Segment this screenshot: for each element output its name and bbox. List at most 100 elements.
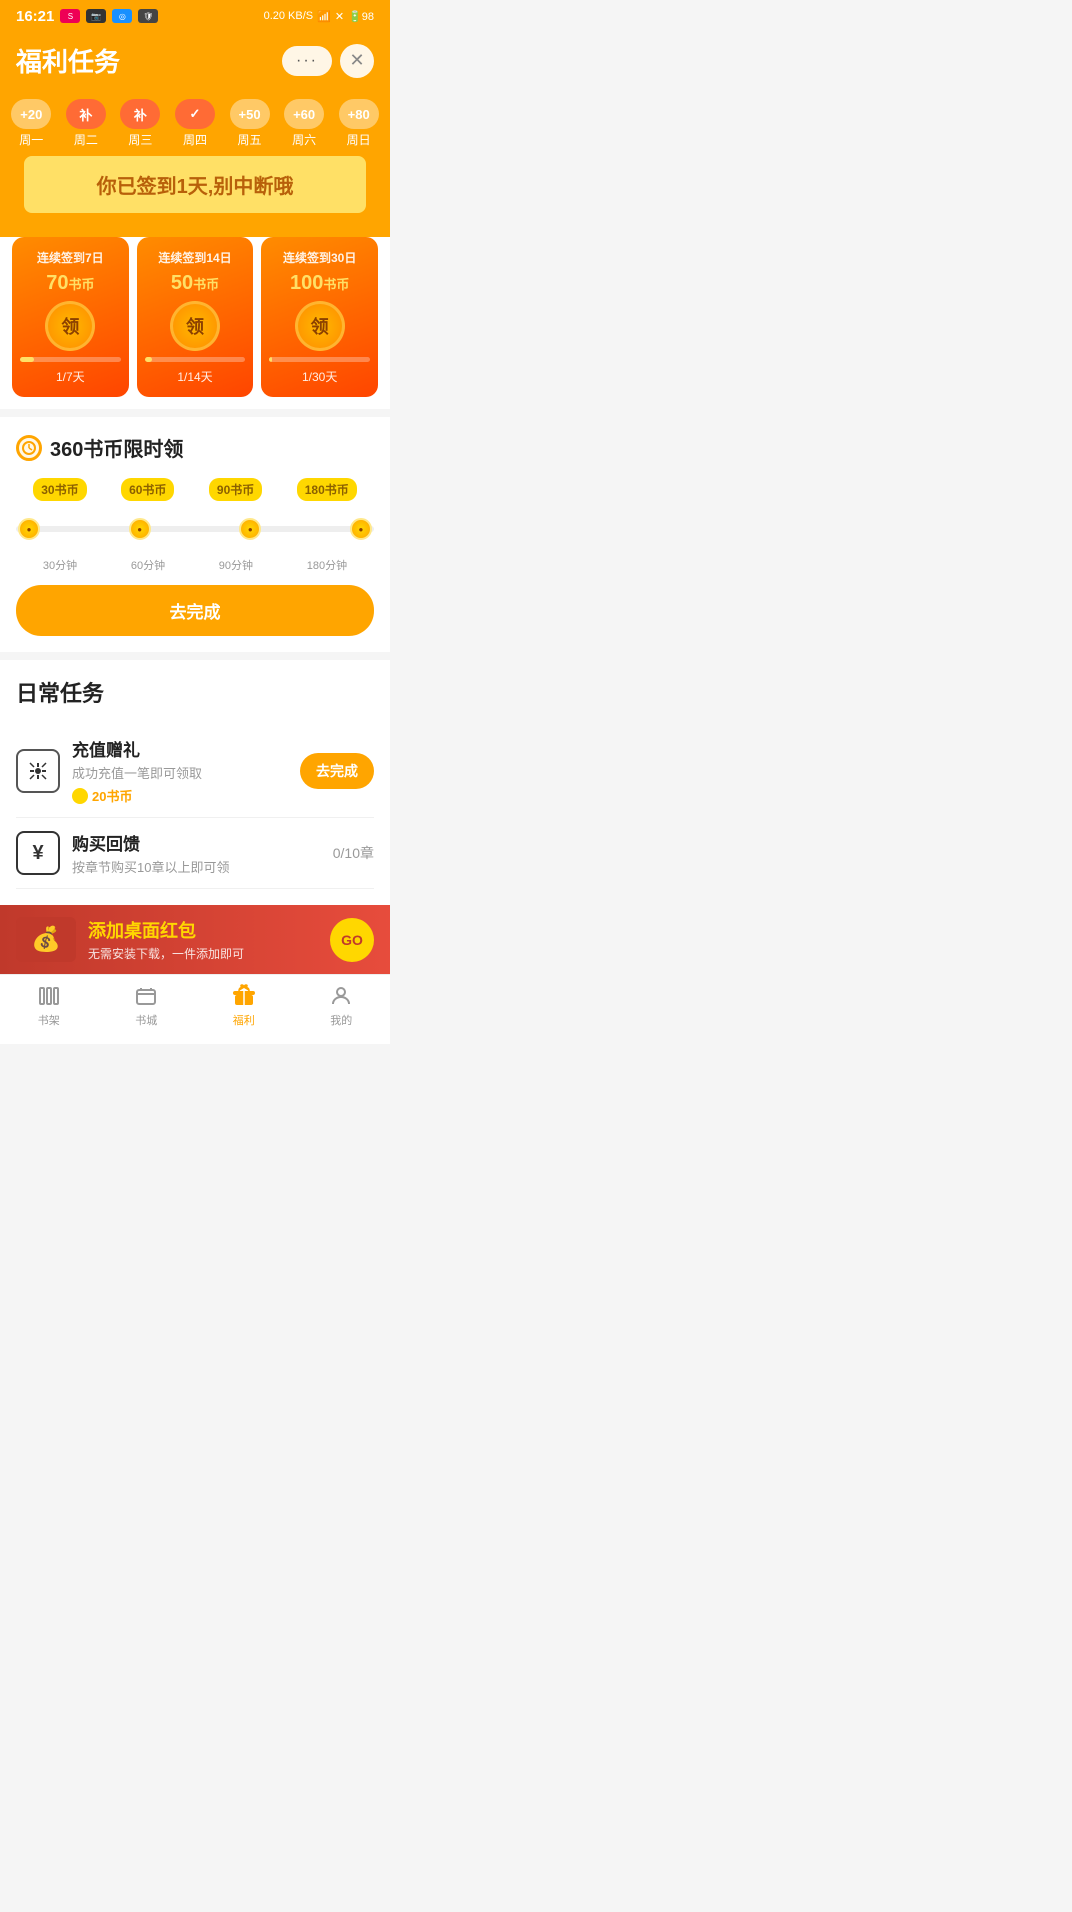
task-recharge-reward: 20书币	[72, 786, 288, 805]
rm-180-badge: 180书币	[297, 478, 357, 501]
time-label-30: 30分钟	[43, 557, 77, 573]
track-dot-30: ●	[18, 518, 40, 540]
day-thursday-label: 周四	[183, 131, 207, 156]
app-header: 福利任务 ··· ✕	[0, 32, 390, 91]
nav-bookstore-label: 书城	[135, 1012, 157, 1028]
task-purchase-count: 0/10章	[333, 843, 374, 863]
day-monday[interactable]: +20 周一	[11, 99, 51, 156]
day-thursday[interactable]: ✓ 周四	[175, 99, 215, 156]
purchase-yuan-icon: ¥	[32, 842, 43, 865]
recharge-reward-text: 20书币	[92, 786, 132, 805]
time-label-90: 90分钟	[219, 557, 253, 573]
day-monday-badge: +20	[11, 99, 51, 129]
milestone-30day-days: 1/30天	[302, 368, 337, 385]
task-recharge-desc: 成功充值一笔即可领取	[72, 763, 288, 782]
status-left: 16:21 S 📷 ◎ 🛡	[16, 8, 158, 25]
track-dot-180: ●	[350, 518, 372, 540]
banner-text: 添加桌面红包 无需安装下载，一件添加即可	[88, 917, 318, 962]
banner-image: 💰	[16, 917, 76, 962]
task-purchase-info: 购买回馈 按章节购买10章以上即可领	[72, 830, 321, 876]
signal-icon: ✕	[335, 10, 344, 23]
nav-profile-label: 我的	[330, 1012, 352, 1028]
battery: 🔋98	[348, 10, 374, 23]
milestone-14day-days: 1/14天	[177, 368, 212, 385]
nav-bookshelf[interactable]: 书架	[0, 983, 98, 1028]
rm-180: 180书币	[297, 478, 357, 501]
task-recharge-name: 充值赠礼	[72, 736, 288, 761]
header-actions: ··· ✕	[282, 44, 374, 78]
day-saturday[interactable]: +60 周六	[284, 99, 324, 156]
milestone-30day-title: 连续签到30日	[283, 249, 356, 266]
bookstore-icon	[133, 983, 159, 1009]
daily-section: 日常任务 充值赠礼 成功充值一笔即可领取 20书币 去完成 ¥ 购买回馈 按章节…	[0, 660, 390, 905]
recharge-complete-btn[interactable]: 去完成	[300, 753, 374, 789]
day-friday-badge: +50	[230, 99, 270, 129]
rm-90: 90书币	[209, 478, 262, 501]
day-saturday-label: 周六	[292, 131, 316, 156]
day-tuesday-label: 周二	[74, 131, 98, 156]
time-labels: 30分钟 60分钟 90分钟 180分钟	[16, 557, 374, 573]
milestone-7day-progress	[20, 357, 121, 362]
day-wednesday[interactable]: 补 周三	[120, 99, 160, 156]
banner-go-btn[interactable]: GO	[330, 918, 374, 962]
page-title: 福利任务	[16, 42, 120, 79]
task-purchase-desc: 按章节购买10章以上即可领	[72, 857, 321, 876]
day-sunday-label: 周日	[347, 131, 371, 156]
app-badge-4: 🛡	[138, 9, 158, 23]
nav-bookstore[interactable]: 书城	[98, 983, 196, 1028]
milestone-14day-btn[interactable]: 领	[170, 301, 220, 351]
banner-sub-text: 无需安装下载，一件添加即可	[88, 945, 318, 962]
clock-icon	[16, 435, 42, 461]
task-recharge: 充值赠礼 成功充值一笔即可领取 20书币 去完成	[16, 724, 374, 818]
nav-profile[interactable]: 我的	[293, 983, 391, 1028]
rm-30: 30书币	[33, 478, 86, 501]
task-recharge-icon	[16, 749, 60, 793]
milestone-30day-btn[interactable]: 领	[295, 301, 345, 351]
app-badge-3: ◎	[112, 9, 132, 23]
nav-welfare-label: 福利	[233, 1012, 255, 1028]
more-button[interactable]: ···	[282, 46, 332, 76]
daily-title: 日常任务	[16, 676, 374, 708]
day-sunday-badge: +80	[339, 99, 379, 129]
reading-section-title: 360书币限时领	[16, 433, 374, 462]
day-wednesday-label: 周三	[128, 131, 152, 156]
milestone-30day-progress	[269, 357, 370, 362]
track-dot-90: ●	[239, 518, 261, 540]
milestone-7day-coins: 70书币	[46, 272, 94, 295]
task-recharge-info: 充值赠礼 成功充值一笔即可领取 20书币	[72, 736, 288, 805]
reading-progress-track: ● ● ● ●	[16, 509, 374, 549]
milestone-14day-title: 连续签到14日	[158, 249, 231, 266]
rm-90-badge: 90书币	[209, 478, 262, 501]
rm-60-badge: 60书币	[121, 478, 174, 501]
close-button[interactable]: ✕	[340, 44, 374, 78]
app-badge-2: 📷	[86, 9, 106, 23]
streak-banner: 你已签到1天,别中断哦	[24, 156, 366, 213]
track-dot-60: ●	[129, 518, 151, 540]
status-right: 0.20 KB/S 📶 ✕ 🔋98	[264, 10, 374, 23]
day-friday[interactable]: +50 周五	[230, 99, 270, 156]
milestone-14day-progress	[145, 357, 246, 362]
app-badge-1: S	[60, 9, 80, 23]
day-sunday[interactable]: +80 周日	[339, 99, 379, 156]
day-friday-label: 周五	[238, 131, 262, 156]
streak-message: 你已签到1天,别中断哦	[97, 176, 294, 198]
milestone-30day: 连续签到30日 100书币 领 1/30天	[261, 237, 378, 397]
nav-welfare[interactable]: 福利	[195, 983, 293, 1028]
milestone-row: 连续签到7日 70书币 领 1/7天 连续签到14日 50书币 领 1/14天 …	[0, 237, 390, 409]
coin-icon-recharge	[72, 788, 88, 804]
banner-main-text: 添加桌面红包	[88, 917, 318, 943]
task-purchase-name: 购买回馈	[72, 830, 321, 855]
reading-complete-btn[interactable]: 去完成	[16, 585, 374, 636]
milestone-14day-fill	[145, 357, 152, 362]
bookshelf-icon	[36, 983, 62, 1009]
milestone-7day-btn[interactable]: 领	[45, 301, 95, 351]
day-tuesday[interactable]: 补 周二	[66, 99, 106, 156]
milestone-7day-days: 1/7天	[56, 368, 85, 385]
task-purchase-icon: ¥	[16, 831, 60, 875]
time-label-60: 60分钟	[131, 557, 165, 573]
bottom-nav: 书架 书城 福利 我的	[0, 974, 390, 1044]
banner-ad[interactable]: 💰 添加桌面红包 无需安装下载，一件添加即可 GO	[0, 905, 390, 974]
rm-30-badge: 30书币	[33, 478, 86, 501]
milestone-7day-title: 连续签到7日	[37, 249, 104, 266]
day-thursday-badge: ✓	[175, 99, 215, 129]
